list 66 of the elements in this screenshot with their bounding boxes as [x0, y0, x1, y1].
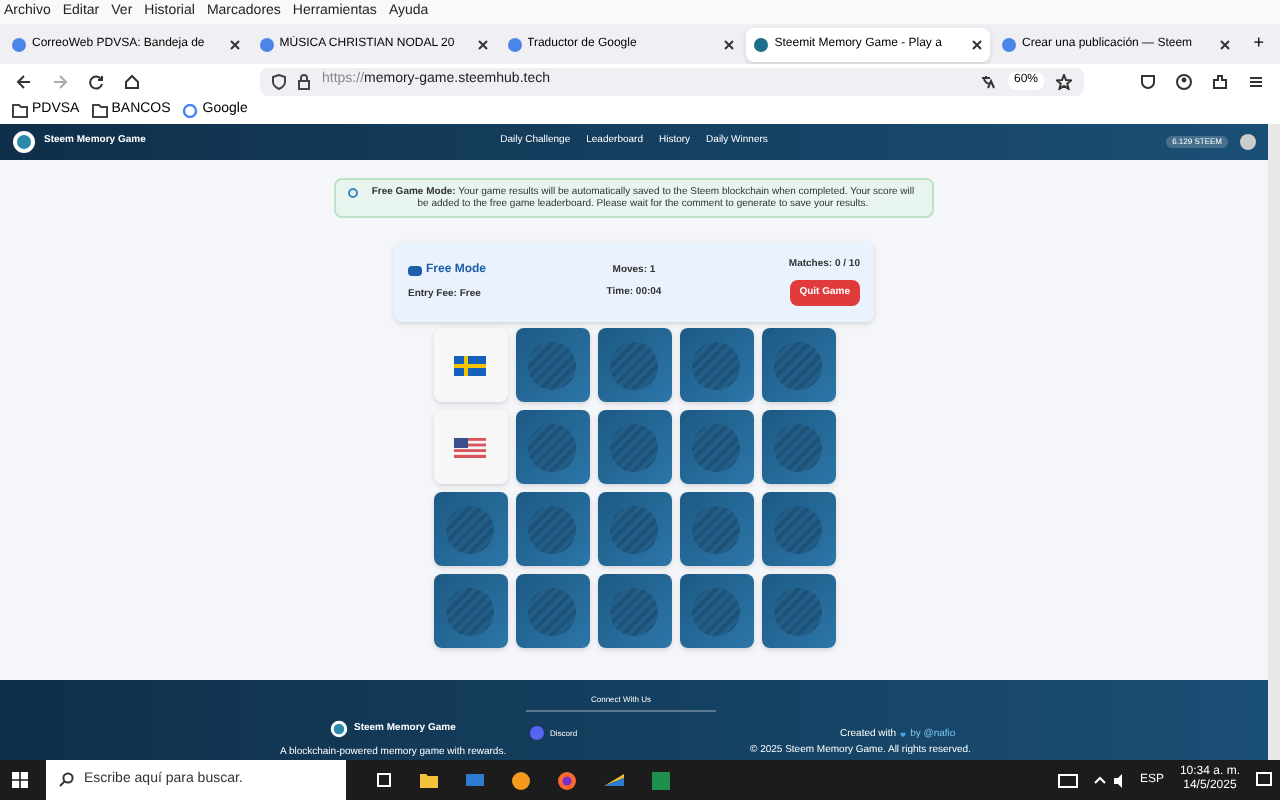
folder-icon[interactable] — [420, 772, 438, 788]
app-stripe-icon[interactable] — [604, 774, 624, 786]
hidden-card[interactable] — [761, 574, 835, 648]
brand-logo-icon — [330, 720, 348, 738]
hidden-card[interactable] — [679, 492, 753, 566]
task-view-icon[interactable] — [376, 772, 392, 788]
hidden-card[interactable] — [433, 574, 507, 648]
hidden-card[interactable] — [597, 328, 671, 402]
gamepad-icon — [408, 265, 422, 276]
new-tab-button[interactable]: + — [1241, 30, 1277, 58]
hidden-card[interactable] — [433, 492, 507, 566]
close-icon[interactable] — [229, 39, 240, 49]
close-icon[interactable] — [972, 39, 982, 49]
hidden-card[interactable] — [515, 328, 589, 402]
account-icon[interactable] — [1176, 73, 1192, 89]
site-favicon-icon — [259, 37, 274, 51]
flag-card[interactable] — [433, 410, 507, 484]
hidden-card[interactable] — [515, 492, 589, 566]
back-icon[interactable] — [16, 73, 32, 89]
hidden-card[interactable] — [761, 410, 835, 484]
flag-card[interactable] — [433, 328, 507, 402]
site-favicon-icon — [754, 37, 769, 51]
search-icon — [58, 772, 74, 788]
home-icon[interactable] — [124, 73, 140, 89]
pocket-icon[interactable] — [1140, 73, 1156, 89]
star-icon[interactable] — [1056, 73, 1072, 89]
info-icon — [348, 188, 358, 198]
site-favicon-icon — [1002, 37, 1016, 51]
app-circle-icon[interactable] — [512, 771, 530, 789]
brand-logo-icon — [12, 130, 36, 154]
close-icon[interactable] — [477, 39, 487, 49]
close-icon[interactable] — [1219, 39, 1230, 49]
avatar-icon[interactable] — [1240, 134, 1256, 150]
hidden-card[interactable] — [761, 492, 835, 566]
windows-start-icon[interactable] — [12, 772, 28, 788]
discord-icon — [530, 726, 544, 740]
mail-icon[interactable] — [466, 772, 484, 788]
chevron-up-icon[interactable] — [1093, 776, 1106, 784]
spreadsheet-icon[interactable] — [652, 771, 670, 789]
shield-icon — [272, 73, 286, 89]
hidden-card[interactable] — [679, 574, 753, 648]
heart-icon — [900, 732, 907, 739]
hidden-card[interactable] — [679, 328, 753, 402]
firefox-icon[interactable] — [558, 771, 576, 789]
flag-icon — [454, 355, 486, 375]
hidden-card[interactable] — [597, 410, 671, 484]
folder-icon — [12, 104, 28, 118]
site-favicon-icon — [12, 37, 26, 51]
reload-icon[interactable] — [88, 73, 104, 89]
hidden-card[interactable] — [761, 328, 835, 402]
notifications-icon[interactable] — [1256, 772, 1272, 788]
scrollbar[interactable] — [1268, 124, 1280, 760]
menu-icon[interactable] — [1248, 73, 1264, 89]
close-icon[interactable] — [724, 39, 735, 49]
hidden-card[interactable] — [679, 410, 753, 484]
site-favicon-icon — [507, 37, 521, 51]
speaker-icon[interactable] — [1113, 773, 1128, 787]
hidden-card[interactable] — [597, 492, 671, 566]
lock-icon — [298, 73, 310, 89]
hidden-card[interactable] — [515, 410, 589, 484]
extensions-icon[interactable] — [1212, 73, 1228, 89]
battery-icon — [1057, 773, 1078, 787]
folder-icon — [91, 104, 108, 118]
hidden-card[interactable] — [515, 574, 589, 648]
flag-icon — [454, 437, 486, 457]
hidden-card[interactable] — [597, 574, 671, 648]
